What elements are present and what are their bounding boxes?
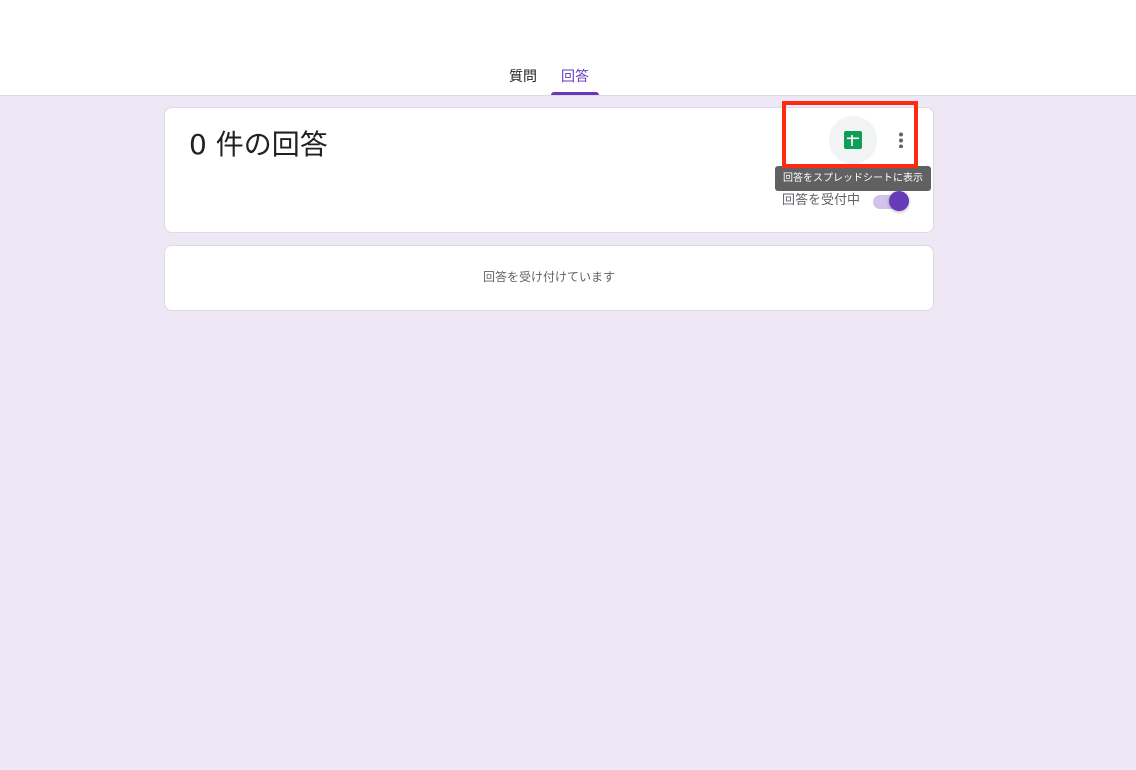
tab-active-indicator	[551, 92, 599, 95]
more-vert-icon	[899, 132, 903, 148]
accepting-status-text: 回答を受け付けています	[482, 270, 615, 284]
google-sheets-icon	[844, 131, 862, 149]
tab-questions[interactable]: 質問	[499, 66, 547, 95]
response-count-title: 0 件の回答	[189, 128, 328, 161]
accepting-responses-toggle[interactable]	[871, 190, 911, 212]
toggle-thumb	[889, 191, 909, 211]
top-header: 質問 回答	[0, 0, 1136, 96]
more-options-button[interactable]	[884, 123, 918, 157]
view-in-sheets-button[interactable]	[829, 116, 877, 164]
tab-responses[interactable]: 回答	[551, 66, 599, 95]
responses-status-card: 回答を受け付けています	[164, 245, 934, 311]
sheets-tooltip: 回答をスプレッドシートに表示	[775, 166, 931, 191]
accepting-responses-label: 回答を受付中	[782, 193, 861, 208]
